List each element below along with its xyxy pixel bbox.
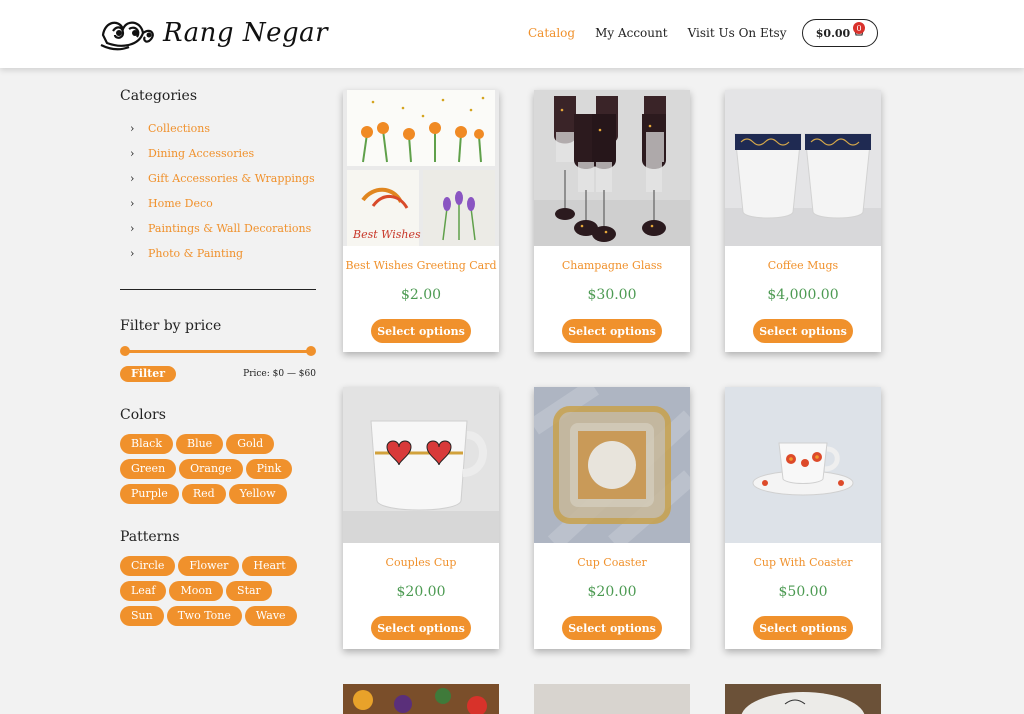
product-card[interactable]: Couples Cup $20.00 Select options (343, 387, 499, 649)
chevron-right-icon: › (130, 147, 135, 160)
category-item[interactable]: › Home Deco (120, 191, 316, 216)
color-chip[interactable]: Green (120, 459, 177, 479)
pattern-chip[interactable]: Leaf (120, 581, 167, 601)
select-options-button[interactable]: Select options (562, 616, 662, 640)
site-header: Rang Negar Catalog My Account Visit Us O… (0, 0, 1024, 68)
select-options-button[interactable]: Select options (371, 319, 471, 343)
sidebar: Categories › Collections › Dining Accessor… (120, 88, 316, 626)
categories-title: Categories (120, 88, 197, 104)
product-name[interactable]: Cup Coaster (534, 556, 690, 570)
cart-button[interactable]: $0.00 (802, 19, 878, 47)
color-chip[interactable]: Yellow (228, 484, 287, 504)
product-name[interactable]: Couples Cup (343, 556, 499, 570)
category-link[interactable]: Gift Accessories & Wrappings (148, 172, 315, 185)
chevron-right-icon: › (130, 172, 135, 185)
category-link[interactable]: Home Deco (148, 197, 213, 210)
rose-logo-icon (100, 21, 154, 51)
price-slider[interactable] (120, 346, 316, 356)
product-image[interactable] (534, 387, 690, 543)
product-price: $30.00 (587, 287, 637, 303)
product-name[interactable]: Cup With Coaster (725, 556, 881, 570)
color-chips: Black Blue Gold Green Orange Pink Purple… (120, 434, 316, 504)
price-filter: Filter by price Filter Price: $0 — $60 (120, 318, 316, 382)
sidebar-divider (120, 289, 316, 290)
product-image[interactable] (534, 90, 690, 246)
select-options-button[interactable]: Select options (371, 616, 471, 640)
card-image-text: Best Wishes (352, 228, 421, 241)
product-image[interactable] (343, 387, 499, 543)
site-logo[interactable]: Rang Negar (99, 13, 328, 53)
nav-my-account[interactable]: My Account (595, 26, 668, 40)
select-options-button[interactable]: Select options (562, 319, 662, 343)
chevron-right-icon: › (130, 197, 135, 210)
patterns-title: Patterns (120, 529, 180, 545)
product-name[interactable]: Best Wishes Greeting Card (343, 259, 499, 273)
product-name[interactable]: Coffee Mugs (725, 259, 881, 273)
product-price: $4,000.00 (767, 287, 839, 303)
pattern-chip[interactable]: Flower (178, 556, 240, 576)
category-link[interactable]: Photo & Painting (148, 247, 243, 260)
category-item[interactable]: › Collections (120, 116, 316, 141)
category-link[interactable]: Paintings & Wall Decorations (148, 222, 311, 235)
colors-title: Colors (120, 407, 166, 423)
slider-max-handle[interactable] (306, 346, 316, 356)
color-chip[interactable]: Blue (176, 434, 224, 454)
product-price: $20.00 (396, 584, 446, 600)
slider-min-handle[interactable] (120, 346, 130, 356)
color-chip[interactable]: Orange (179, 459, 243, 479)
chevron-right-icon: › (130, 122, 135, 135)
pattern-chip[interactable]: Two Tone (166, 606, 242, 626)
cart-count-badge: 0 (853, 22, 865, 34)
category-item[interactable]: › Photo & Painting (120, 241, 316, 266)
chevron-right-icon: › (130, 222, 135, 235)
product-price: $20.00 (587, 584, 637, 600)
product-image[interactable] (725, 90, 881, 246)
slider-track (125, 350, 311, 353)
cart-total: $0.00 (815, 26, 851, 40)
product-price: $2.00 (400, 287, 442, 303)
colors-filter: Colors Black Blue Gold Green Orange Pink… (120, 407, 316, 504)
pattern-chip[interactable]: Wave (244, 606, 297, 626)
product-card[interactable]: Best Wishes Best Wishes Greeting Card $2… (343, 90, 499, 352)
pattern-chips: Circle Flower Heart Leaf Moon Star Sun T… (120, 556, 316, 626)
nav-catalog[interactable]: Catalog (528, 26, 575, 40)
price-filter-title: Filter by price (120, 318, 222, 334)
product-name[interactable]: Champagne Glass (534, 259, 690, 273)
select-options-button[interactable]: Select options (753, 616, 853, 640)
product-card[interactable]: Champagne Glass $30.00 Select options (534, 90, 690, 352)
category-item[interactable]: › Gift Accessories & Wrappings (120, 166, 316, 191)
category-link[interactable]: Dining Accessories (148, 147, 254, 160)
product-image[interactable]: Best Wishes (343, 90, 499, 246)
category-link[interactable]: Collections (148, 122, 210, 135)
logo-text: Rang Negar (163, 18, 329, 48)
color-chip[interactable]: Red (181, 484, 226, 504)
color-chip[interactable]: Black (120, 434, 173, 454)
product-card[interactable]: Coffee Mugs $4,000.00 Select options (725, 90, 881, 352)
product-image[interactable] (725, 387, 881, 543)
product-card[interactable]: Cup With Coaster $50.00 Select options (725, 387, 881, 649)
product-image-partial[interactable] (725, 684, 881, 714)
color-chip[interactable]: Pink (245, 459, 293, 479)
pattern-chip[interactable]: Star (226, 581, 272, 601)
product-card[interactable]: Cup Coaster $20.00 Select options (534, 387, 690, 649)
product-price: $50.00 (778, 584, 828, 600)
main-nav: Catalog My Account Visit Us On Etsy (528, 26, 786, 40)
category-item[interactable]: › Paintings & Wall Decorations (120, 216, 316, 241)
product-image-partial[interactable] (534, 684, 690, 714)
category-list: › Collections › Dining Accessories › Gift A… (120, 116, 316, 266)
pattern-chip[interactable]: Circle (120, 556, 176, 576)
category-item[interactable]: › Dining Accessories (120, 141, 316, 166)
pattern-chip[interactable]: Moon (169, 581, 224, 601)
filter-button[interactable]: Filter (120, 366, 177, 382)
product-image-partial[interactable] (343, 684, 499, 714)
patterns-filter: Patterns Circle Flower Heart Leaf Moon S… (120, 529, 316, 626)
nav-etsy[interactable]: Visit Us On Etsy (688, 26, 787, 40)
pattern-chip[interactable]: Heart (242, 556, 297, 576)
color-chip[interactable]: Purple (120, 484, 179, 504)
pattern-chip[interactable]: Sun (120, 606, 164, 626)
price-range-label: Price: $0 — $60 (243, 369, 316, 379)
chevron-right-icon: › (130, 247, 135, 260)
color-chip[interactable]: Gold (226, 434, 275, 454)
select-options-button[interactable]: Select options (753, 319, 853, 343)
